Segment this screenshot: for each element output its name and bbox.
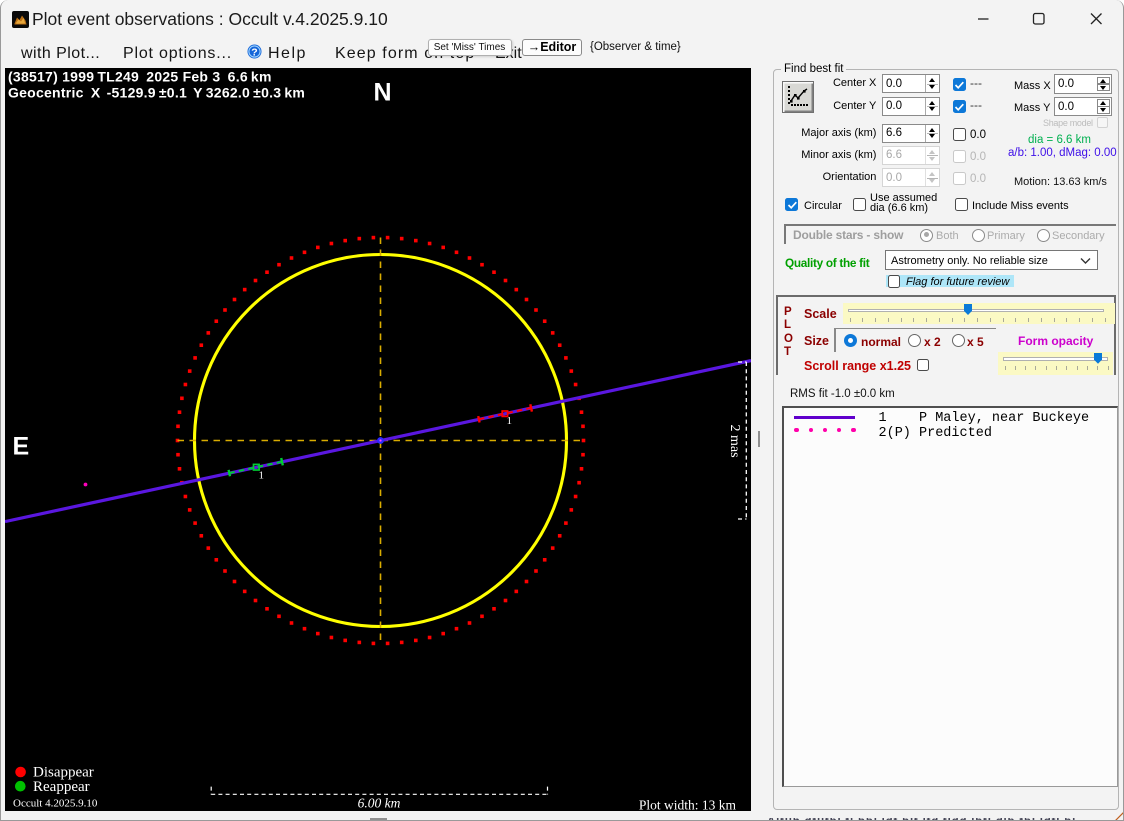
svg-text:Reappear: Reappear — [33, 779, 90, 795]
svg-text:Occult 4.2025.9.10: Occult 4.2025.9.10 — [13, 798, 98, 810]
svg-text:Plot width: 13 km: Plot width: 13 km — [639, 798, 737, 811]
svg-text:Geocentric X -5129.9 ±0.1 Y: Geocentric X -5129.9 ±0.1 Y 3262.0 ±0.3 … — [8, 85, 305, 101]
svg-text:E: E — [13, 432, 30, 460]
svg-text:1: 1 — [507, 415, 513, 427]
svg-text:2 mas: 2 mas — [727, 424, 742, 457]
svg-text:?: ? — [251, 47, 257, 59]
svg-text:1: 1 — [259, 470, 265, 482]
svg-text:6.00 km: 6.00 km — [358, 796, 401, 811]
svg-text:N: N — [374, 79, 392, 107]
svg-text:(38517) 1999 TL249 2025 Feb 3: (38517) 1999 TL249 2025 Feb 3 6.6 km — [8, 69, 272, 85]
